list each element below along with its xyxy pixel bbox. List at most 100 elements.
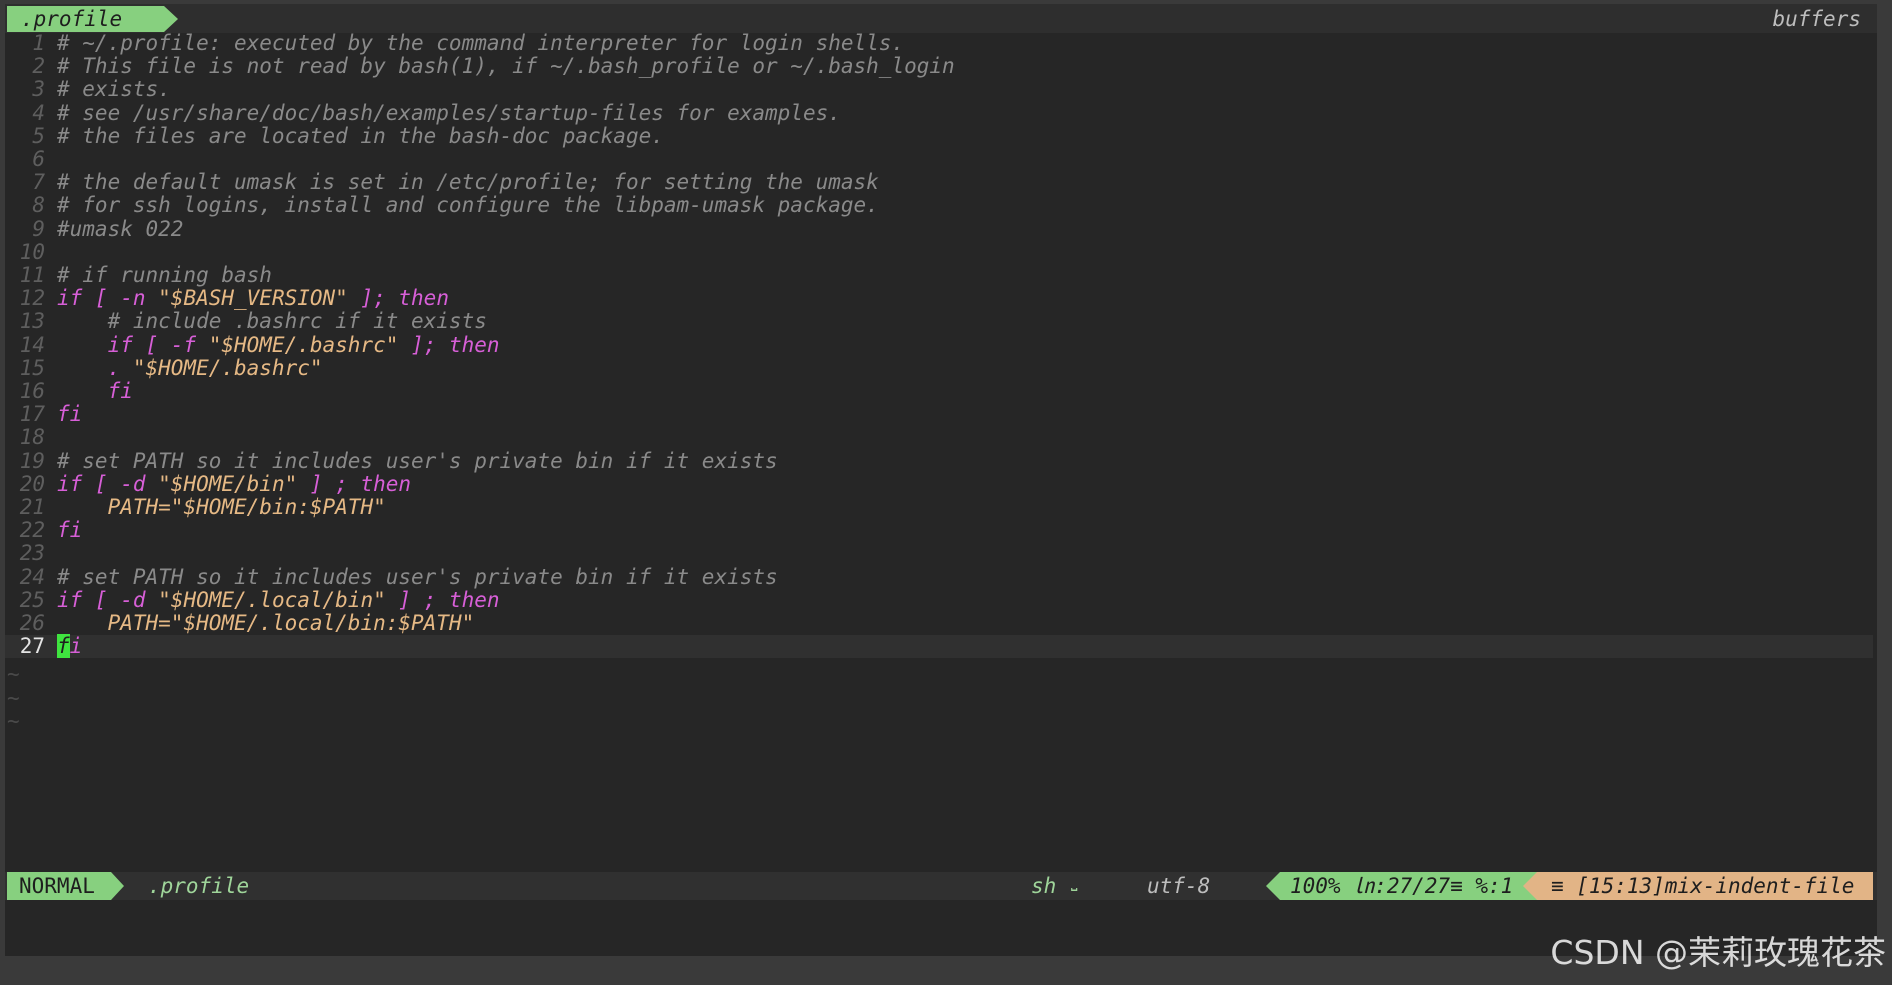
line-code: #umask 022 xyxy=(57,216,184,241)
code-line[interactable]: 13 # include .bashrc if it exists xyxy=(5,310,1877,333)
code-line[interactable]: 14 if [ -f "$HOME/.bashrc" ]; then xyxy=(5,332,1877,357)
code-line[interactable]: 7 # the default umask is set in /etc/prof… xyxy=(5,170,1877,195)
statusline-filename: .profile xyxy=(148,874,250,898)
code-token: ]; then xyxy=(347,286,449,311)
line-number: 14 xyxy=(19,332,45,357)
code-token: if [ -n xyxy=(57,286,159,311)
code-token: "$HOME/bin" xyxy=(158,471,298,496)
code-line[interactable]: 20 if [ -d "$HOME/bin" ] ; then xyxy=(5,471,1877,496)
warning-separator-arrow xyxy=(1523,872,1537,900)
code-token: if [ -d xyxy=(57,587,159,612)
code-token: . xyxy=(57,355,133,380)
code-line[interactable]: 2 # This file is not read by bash(1), if … xyxy=(5,54,1877,79)
code-token: "$BASH_VERSION" xyxy=(158,286,348,311)
line-number: 21 xyxy=(19,495,45,519)
line-code: # the default umask is set in /etc/profi… xyxy=(57,171,879,194)
code-token: ] ; then xyxy=(385,587,500,612)
line-code: # exists. xyxy=(57,78,171,101)
code-token: fi xyxy=(57,379,133,403)
code-line[interactable]: 23 xyxy=(5,542,1877,565)
code-line[interactable]: 11 # if running bash xyxy=(5,263,1877,287)
line-code: PATH="$HOME/.local/bin:$PATH" xyxy=(57,611,475,635)
line-number: 26 xyxy=(19,611,45,635)
code-line[interactable]: 10 xyxy=(5,240,1877,264)
code-token: PATH= xyxy=(57,611,171,635)
code-line[interactable]: 21 PATH="$HOME/bin:$PATH" xyxy=(5,495,1877,519)
code-line[interactable]: 15 . "$HOME/.bashrc" xyxy=(5,355,1877,380)
code-line[interactable]: 17 fi xyxy=(5,402,1877,427)
code-line[interactable]: 3 # exists. xyxy=(5,78,1877,101)
line-code: fi xyxy=(57,634,82,659)
position-separator-arrow xyxy=(1266,872,1280,900)
code-line[interactable]: 5 # the files are located in the bash-doc… xyxy=(5,123,1877,148)
code-line[interactable]: 8 # for ssh logins, install and configure… xyxy=(5,194,1877,217)
code-token: PATH= xyxy=(57,495,171,519)
line-code: # see /usr/share/doc/bash/examples/start… xyxy=(57,100,841,125)
line-number: 18 xyxy=(19,425,45,450)
statusline-position: 100% ㏑:27/27≡ %:1 xyxy=(1280,872,1537,900)
line-number: 17 xyxy=(19,402,45,427)
fileformat-icon: ⎵ xyxy=(1071,872,1078,891)
code-token: fi xyxy=(57,518,83,543)
code-token: if [ -d xyxy=(57,471,159,496)
tabline: .profile buffers xyxy=(5,4,1877,33)
line-number: 2 xyxy=(32,54,45,79)
code-token: "$HOME/.local/bin" xyxy=(158,587,386,612)
line-number: 16 xyxy=(19,379,45,403)
line-number: 19 xyxy=(19,448,45,473)
code-token: # set PATH so it includes user's private… xyxy=(57,564,778,589)
code-line[interactable]: 22 fi xyxy=(5,518,1877,542)
code-line[interactable]: 9 #umask 022 xyxy=(5,216,1877,241)
code-token: # see /usr/share/doc/bash/examples/start… xyxy=(57,100,841,125)
code-token: # the files are located in the bash-doc … xyxy=(57,123,664,148)
code-line[interactable]: 25 if [ -d "$HOME/.local/bin" ] ; then xyxy=(5,587,1877,612)
line-code: # This file is not read by bash(1), if ~… xyxy=(57,55,955,78)
watermark: CSDN @茉莉玫瑰花茶 xyxy=(1550,933,1886,972)
line-number: 5 xyxy=(32,123,45,148)
line-code: # for ssh logins, install and configure … xyxy=(57,194,879,217)
vim-window: .profile buffers 1 # ~/.profile: executed… xyxy=(5,4,1877,956)
code-line[interactable]: 16 fi xyxy=(5,379,1877,403)
line-code: # ~/.profile: executed by the command in… xyxy=(57,31,905,55)
line-number: 12 xyxy=(19,286,45,311)
tab-separator-arrow xyxy=(164,6,178,32)
code-line[interactable]: 19 # set PATH so it includes user's priva… xyxy=(5,448,1877,473)
line-code: # set PATH so it includes user's private… xyxy=(57,564,778,589)
code-token: "$HOME/bin:$PATH" xyxy=(170,495,386,519)
code-line[interactable]: 18 xyxy=(5,426,1877,449)
line-number: 8 xyxy=(32,193,45,218)
line-number: 15 xyxy=(19,355,45,380)
code-line[interactable]: 27 fi xyxy=(5,634,1873,659)
statusline-warning: ≡ [15:13]mix-indent-file xyxy=(1537,872,1873,900)
code-token: # ~/.profile: executed by the command in… xyxy=(57,31,905,55)
code-line[interactable]: 24 # set PATH so it includes user's priva… xyxy=(5,564,1877,589)
code-line[interactable]: 12 if [ -n "$BASH_VERSION" ]; then xyxy=(5,286,1877,311)
code-token: # This file is not read by bash(1), if ~… xyxy=(57,54,955,79)
line-code: fi xyxy=(57,403,82,426)
code-line[interactable]: 1 # ~/.profile: executed by the command i… xyxy=(5,31,1877,55)
statusline: NORMAL .profile sh ⎵ utf-8 100% ㏑:27/27≡… xyxy=(5,872,1877,900)
code-token: ] ; then xyxy=(297,471,412,496)
line-number: 7 xyxy=(32,170,45,195)
tab-profile[interactable]: .profile xyxy=(7,6,164,32)
line-code: # the files are located in the bash-doc … xyxy=(57,123,664,148)
statusline-encoding: utf-8 xyxy=(1147,874,1211,898)
code-token: fi xyxy=(57,402,83,427)
code-token: #umask 022 xyxy=(57,216,184,241)
line-number: 11 xyxy=(19,263,45,287)
code-token: # the default umask is set in /etc/profi… xyxy=(57,170,879,195)
line-code: if [ -n "$BASH_VERSION" ]; then xyxy=(57,287,449,310)
code-token: "$HOME/.bashrc" xyxy=(208,332,399,357)
line-code: fi xyxy=(57,519,82,542)
line-code: if [ -f "$HOME/.bashrc" ]; then xyxy=(57,332,500,357)
code-line[interactable]: 26 PATH="$HOME/.local/bin:$PATH" xyxy=(5,611,1877,635)
code-line[interactable]: 4 # see /usr/share/doc/bash/examples/star… xyxy=(5,100,1877,125)
line-number: 24 xyxy=(19,564,45,589)
line-code: # if running bash xyxy=(57,263,272,287)
line-number: 3 xyxy=(32,77,45,102)
code-line[interactable]: 6 xyxy=(5,147,1877,171)
code-token: # include .bashrc if it exists xyxy=(57,309,487,334)
line-number: 1 xyxy=(32,31,45,55)
line-number: 6 xyxy=(32,147,45,171)
editor-buffer[interactable]: 1 # ~/.profile: executed by the command i… xyxy=(5,31,1877,874)
